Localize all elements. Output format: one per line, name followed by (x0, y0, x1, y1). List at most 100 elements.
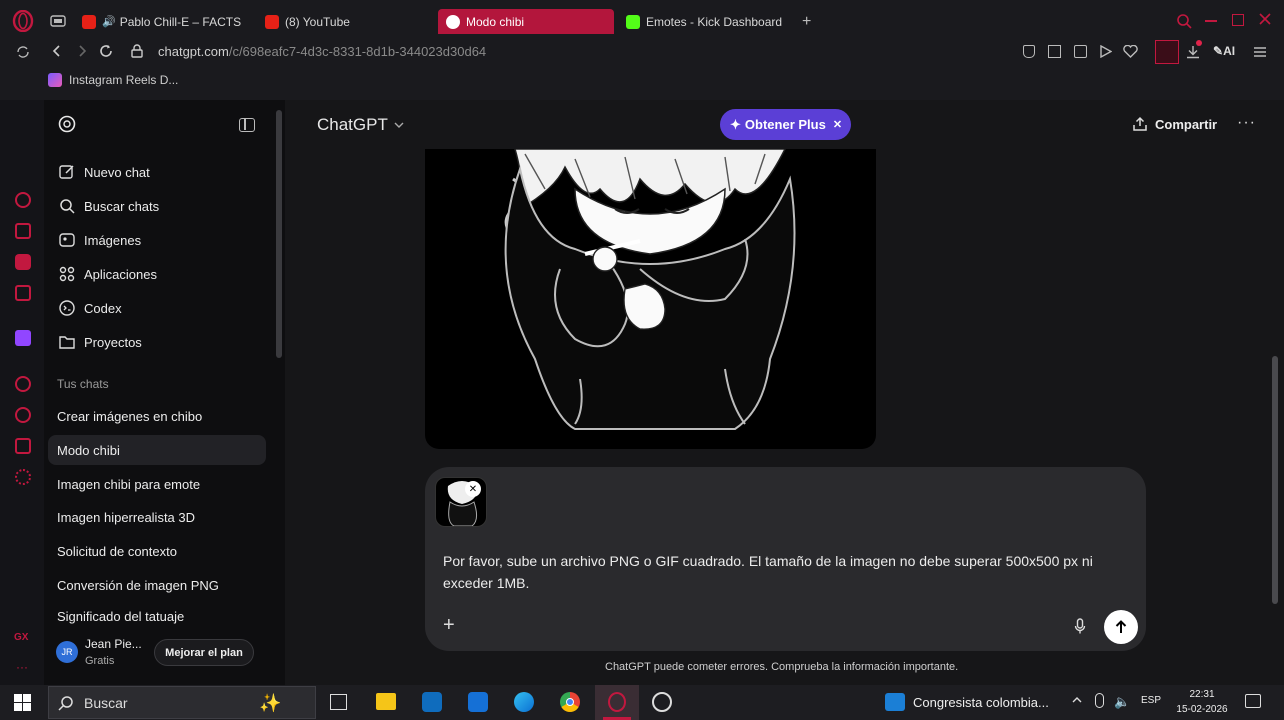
nav-buscar-chats[interactable]: Buscar chats (58, 192, 159, 220)
minimize-button[interactable] (1205, 20, 1217, 22)
chat-item[interactable]: Imagen hiperrealista 3D (48, 502, 266, 532)
maximize-button[interactable] (1232, 14, 1244, 26)
nav-label: Proyectos (84, 334, 142, 350)
extensions-icon[interactable] (15, 438, 31, 454)
new-tab-button[interactable]: + (802, 13, 811, 31)
edge-icon[interactable] (514, 692, 534, 712)
file-explorer-icon[interactable] (376, 693, 396, 710)
discord-icon[interactable] (15, 254, 31, 270)
user-name[interactable]: Jean Pie... (85, 637, 142, 651)
store-icon[interactable] (468, 692, 488, 712)
youtube-icon (265, 14, 279, 29)
share-label: Compartir (1155, 116, 1218, 132)
forward-button[interactable] (75, 44, 89, 58)
heart-icon[interactable] (1123, 45, 1138, 58)
reload-button[interactable] (99, 44, 113, 58)
chat-item[interactable]: Conversión de imagen PNG (48, 570, 266, 600)
avatar[interactable]: JR (56, 641, 78, 663)
snapshot-icon[interactable] (1048, 45, 1061, 58)
sidebar-scrollbar[interactable] (276, 110, 282, 358)
address-bar[interactable]: chatgpt.com/c/698eafc7-4d3c-8331-8d1b-34… (158, 44, 486, 59)
close-window-button[interactable] (1258, 12, 1272, 26)
page-scrollbar[interactable] (1272, 356, 1278, 604)
chat-item-active[interactable]: Modo chibi (48, 435, 266, 465)
windows-start-icon[interactable] (14, 694, 31, 711)
chat-item[interactable]: Significado del tatuaje (48, 603, 266, 629)
model-selector[interactable]: ChatGPT (317, 115, 405, 135)
nav-label: Codex (84, 300, 122, 316)
nav-nuevo-chat[interactable]: Nuevo chat (58, 158, 150, 186)
tab-overview-icon[interactable] (50, 14, 66, 28)
remove-attachment-button[interactable]: ✕ (465, 481, 481, 497)
chat-item[interactable]: Imagen chibi para emote (48, 469, 266, 499)
tab-youtube[interactable]: (8) YouTube (265, 9, 425, 34)
lock-icon[interactable] (131, 44, 143, 58)
tab-modo-chibi[interactable]: Modo chibi (438, 9, 614, 34)
chevron-up-icon[interactable] (1071, 695, 1083, 705)
sync-icon[interactable] (16, 45, 30, 59)
chat-title: Solicitud de contexto (57, 543, 177, 559)
close-icon[interactable]: ✕ (833, 118, 842, 131)
settings-icon[interactable] (15, 469, 31, 485)
task-view-icon[interactable] (330, 694, 347, 710)
send-button[interactable] (1104, 610, 1138, 644)
add-attachment-button[interactable]: + (443, 615, 455, 635)
prompt-textarea[interactable]: Por favor, sube un archivo PNG o GIF cua… (443, 550, 1133, 594)
adblock-icon[interactable] (1074, 45, 1087, 58)
pin-icon[interactable] (1023, 45, 1035, 58)
composer[interactable]: ✕ Por favor, sube un archivo PNG o GIF c… (425, 467, 1146, 651)
more-options-icon[interactable]: ··· (1237, 114, 1256, 132)
microphone-tray-icon[interactable] (1095, 693, 1104, 708)
bookmark-instagram-reels[interactable]: Instagram Reels D... (48, 73, 178, 87)
folder-icon (59, 336, 75, 349)
opera-logo-icon[interactable] (12, 10, 34, 32)
chat-item[interactable]: Solicitud de contexto (48, 536, 266, 566)
microphone-icon[interactable] (1074, 618, 1086, 635)
history-icon[interactable] (15, 407, 31, 423)
ai-button[interactable]: ✎AI (1213, 44, 1235, 58)
share-button[interactable]: Compartir (1132, 116, 1217, 132)
play-icon[interactable] (1099, 45, 1112, 58)
chat-item[interactable]: Crear imágenes en chibo (48, 401, 266, 431)
toggle-sidebar-button[interactable] (239, 118, 255, 132)
more-rail-icon[interactable]: ··· (16, 660, 28, 674)
gx-corner-icon[interactable] (15, 223, 31, 239)
chrome-icon[interactable] (560, 692, 580, 712)
openai-logo-icon[interactable] (57, 114, 77, 134)
news-icon (885, 693, 905, 711)
player-icon[interactable] (15, 376, 31, 392)
tab-pablo-chill-e[interactable]: 🔊 Pablo Chill-E – FACTS (82, 9, 247, 34)
download-icon[interactable] (1186, 45, 1200, 59)
clock[interactable]: 22:31 15-02-2026 (1175, 687, 1229, 717)
nav-label: Nuevo chat (84, 164, 150, 180)
twitch-icon[interactable] (15, 330, 31, 346)
obs-icon[interactable] (652, 692, 672, 712)
get-plus-button[interactable]: ✦ Obtener Plus ✕ (720, 109, 851, 140)
opera-gx-taskbar-button[interactable] (595, 685, 639, 720)
speaker-tray-icon[interactable]: 🔈 (1114, 694, 1130, 710)
chat-title: Crear imágenes en chibo (57, 408, 203, 424)
nav-aplicaciones[interactable]: Aplicaciones (58, 260, 157, 288)
news-widget[interactable]: Congresista colombia... (885, 693, 1049, 711)
generated-chibi-image[interactable] (425, 149, 876, 449)
upgrade-plan-button[interactable]: Mejorar el plan (154, 639, 254, 666)
taskbar-search-box[interactable]: Buscar ✨ (48, 686, 316, 719)
outlook-icon[interactable] (422, 692, 442, 712)
aria-icon[interactable] (15, 192, 31, 208)
extension-avatar-icon[interactable] (1155, 40, 1179, 64)
chat-title: Modo chibi (57, 442, 120, 458)
nav-proyectos[interactable]: Proyectos (58, 328, 142, 356)
notifications-icon[interactable] (1245, 694, 1261, 708)
opera-gx-icon (608, 692, 626, 712)
tab-kick-dashboard[interactable]: Emotes - Kick Dashboard (626, 9, 796, 34)
tab-label: (8) YouTube (285, 14, 350, 29)
easy-setup-icon[interactable] (1253, 45, 1267, 59)
messenger-icon[interactable] (15, 285, 31, 301)
language-indicator[interactable]: ESP (1141, 695, 1161, 706)
back-button[interactable] (50, 44, 64, 58)
apps-icon (59, 266, 75, 282)
nav-imagenes[interactable]: Imágenes (58, 226, 141, 254)
search-tabs-icon[interactable] (1176, 13, 1192, 29)
search-highlight-icon: ✨ (259, 693, 282, 713)
nav-codex[interactable]: Codex (58, 294, 122, 322)
